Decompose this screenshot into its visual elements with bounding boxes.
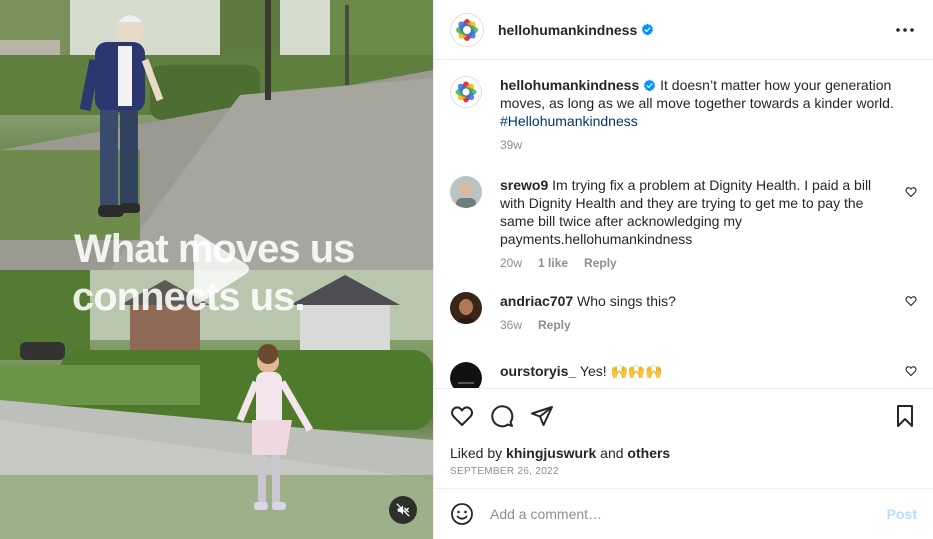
comment-input[interactable]	[490, 506, 887, 522]
heart-icon[interactable]	[905, 365, 917, 377]
caption: hellohumankindness It doesn’t matter how…	[450, 76, 917, 152]
comment-icon[interactable]	[490, 404, 514, 428]
comment-text: Yes! 🙌🙌🙌	[576, 363, 663, 379]
comment-likes[interactable]: 1 like	[538, 256, 568, 270]
post-button[interactable]: Post	[887, 506, 917, 522]
bookmark-icon[interactable]	[893, 404, 917, 428]
heart-icon[interactable]	[450, 404, 474, 428]
post-actions: Liked by khingjuswurk and others SEPTEMB…	[434, 388, 933, 488]
emoji-icon[interactable]	[450, 502, 474, 526]
post-video[interactable]: What moves us connects us.	[0, 0, 433, 539]
reply-button[interactable]: Reply	[584, 256, 617, 270]
post-sidebar: hellohumankindness hellohumankindness It…	[433, 0, 933, 539]
comment-item: srewo9 Im trying fix a problem at Dignit…	[450, 176, 917, 270]
comment-time[interactable]: 20w	[500, 256, 522, 270]
verified-badge-icon	[642, 23, 654, 36]
comment-item: ourstoryis_ Yes! 🙌🙌🙌	[450, 362, 917, 388]
play-icon[interactable]	[186, 232, 252, 306]
post-header: hellohumankindness	[434, 0, 933, 60]
comment-username[interactable]: srewo9	[500, 177, 548, 193]
comment-item: andriac707 Who sings this? 36w Reply	[450, 292, 917, 332]
liked-by-and: and	[596, 445, 628, 461]
liked-by-others[interactable]: others	[627, 445, 670, 461]
avatar[interactable]	[450, 76, 482, 108]
comment-username[interactable]: ourstoryis_	[500, 363, 576, 379]
reply-button[interactable]: Reply	[538, 318, 571, 332]
comment-text: Im trying fix a problem at Dignity Healt…	[500, 177, 872, 247]
likes-summary: Liked by khingjuswurk and others	[450, 445, 917, 461]
liked-by-user[interactable]: khingjuswurk	[506, 445, 596, 461]
caption-time[interactable]: 39w	[500, 138, 522, 152]
speaker-muted-icon	[396, 503, 410, 517]
avatar[interactable]	[450, 12, 484, 47]
comment-time[interactable]: 36w	[500, 318, 522, 332]
mute-button[interactable]	[389, 496, 417, 524]
header-username[interactable]: hellohumankindness	[498, 22, 637, 38]
verified-badge-icon	[644, 79, 656, 92]
more-options-button[interactable]	[893, 18, 917, 42]
heart-icon[interactable]	[905, 295, 917, 307]
avatar[interactable]	[450, 292, 482, 324]
post-date[interactable]: SEPTEMBER 26, 2022	[450, 466, 917, 477]
caption-hashtag[interactable]: #Hellohumankindness	[500, 113, 638, 129]
comment-text: Who sings this?	[573, 293, 676, 309]
avatar[interactable]	[450, 362, 482, 388]
comments-list[interactable]: hellohumankindness It doesn’t matter how…	[434, 60, 933, 388]
share-icon[interactable]	[530, 404, 554, 428]
liked-by-prefix: Liked by	[450, 445, 507, 461]
caption-username[interactable]: hellohumankindness	[500, 77, 639, 93]
more-horizontal-icon	[896, 27, 914, 32]
heart-icon[interactable]	[905, 186, 917, 198]
avatar[interactable]	[450, 176, 482, 208]
add-comment-bar: Post	[434, 488, 933, 539]
comment-username[interactable]: andriac707	[500, 293, 573, 309]
